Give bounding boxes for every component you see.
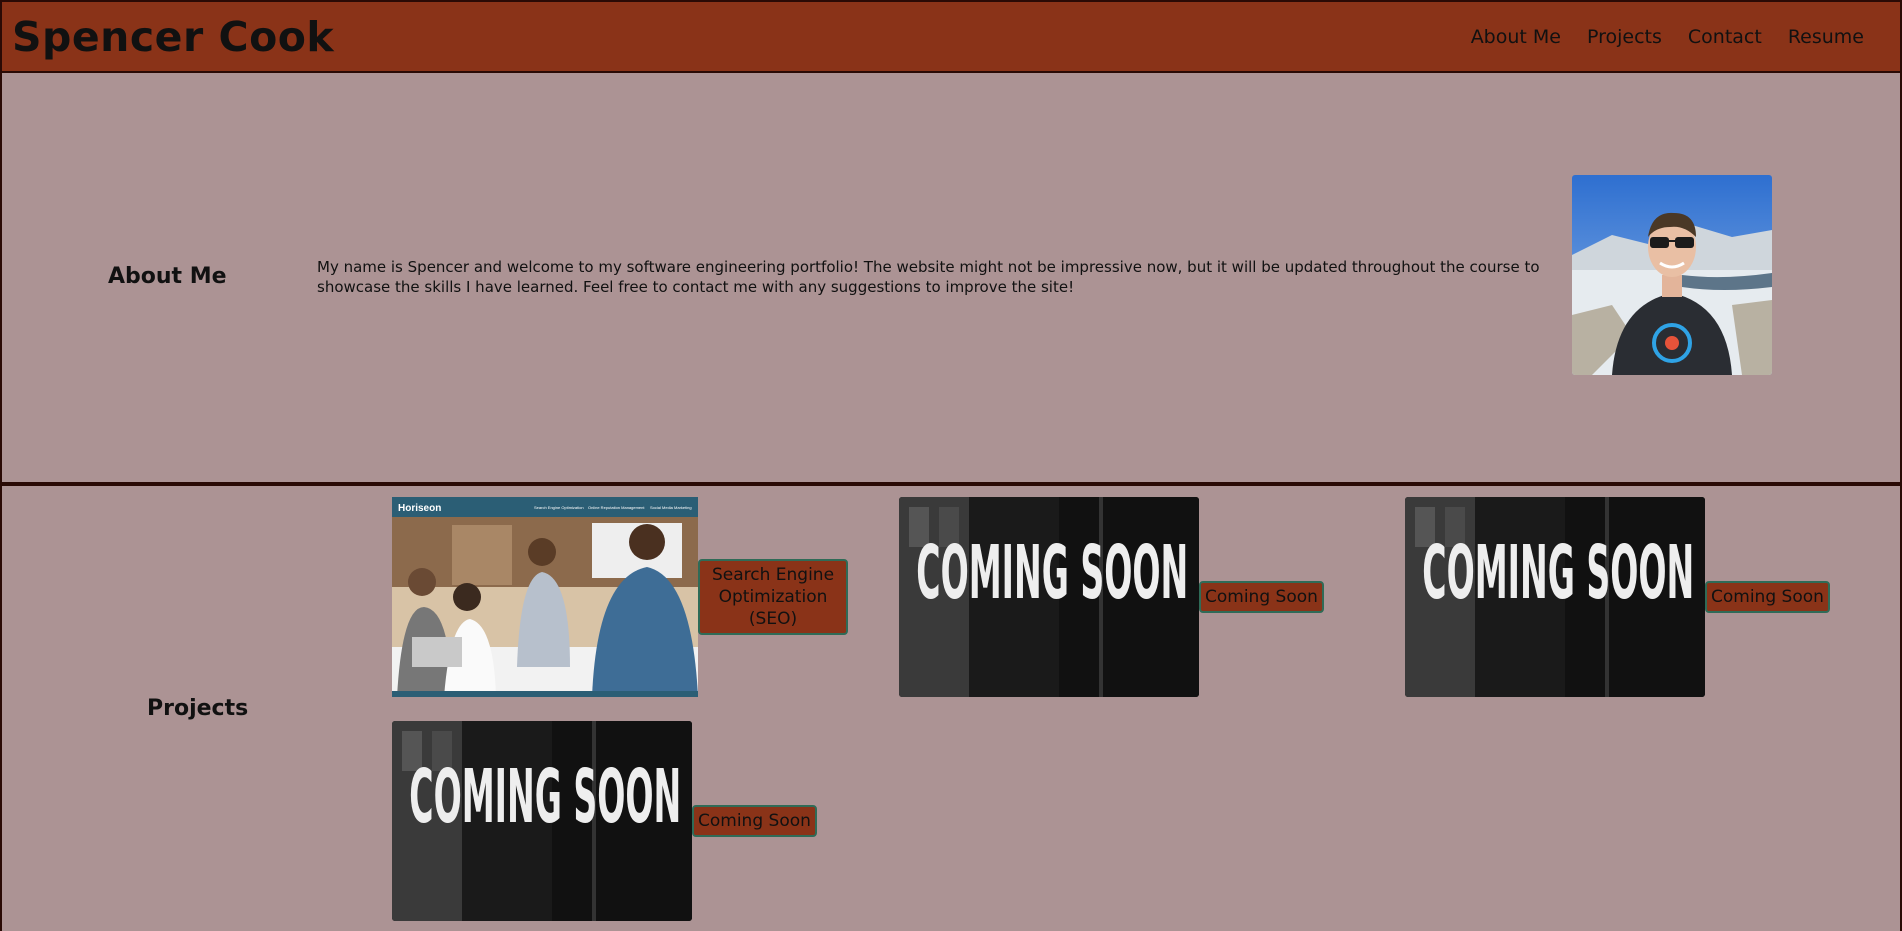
coming-soon-text: COMING SOON <box>409 755 681 840</box>
thumb-link-2: Online Reputation Management <box>588 505 645 510</box>
project-label-3[interactable]: Coming Soon <box>1705 581 1830 613</box>
coming-soon-text: COMING SOON <box>916 531 1188 616</box>
project-thumbnail-3[interactable]: COMING SOON <box>1405 497 1705 697</box>
project-card-2: COMING SOON Coming Soon <box>899 497 1324 697</box>
site-title: Spencer Cook <box>12 12 335 61</box>
projects-section: Projects Horiseon Search Engine Optimiza… <box>0 484 1902 931</box>
about-heading: About Me <box>108 264 227 289</box>
project-thumbnail-4[interactable]: COMING SOON <box>392 721 692 921</box>
project-thumbnail-seo[interactable]: Horiseon Search Engine Optimization Onli… <box>392 497 698 697</box>
profile-photo <box>1572 175 1772 375</box>
projects-heading: Projects <box>147 696 249 721</box>
thumb-brand: Horiseon <box>398 503 441 514</box>
project-card-4: COMING SOON Coming Soon <box>392 721 817 921</box>
thumb-link-1: Search Engine Optimization <box>534 505 584 510</box>
about-text: My name is Spencer and welcome to my sof… <box>317 258 1540 296</box>
nav-contact[interactable]: Contact <box>1688 26 1762 48</box>
project-label-2[interactable]: Coming Soon <box>1199 581 1324 613</box>
project-thumbnail-2[interactable]: COMING SOON <box>899 497 1199 697</box>
coming-soon-text: COMING SOON <box>1422 531 1694 616</box>
site-header: Spencer Cook About Me Projects Contact R… <box>0 0 1902 73</box>
nav-about-me[interactable]: About Me <box>1471 26 1561 48</box>
project-card-seo: Horiseon Search Engine Optimization Onli… <box>392 497 848 697</box>
thumb-link-3: Social Media Marketing <box>650 505 692 510</box>
main-nav: About Me Projects Contact Resume <box>1445 26 1864 48</box>
nav-projects[interactable]: Projects <box>1587 26 1662 48</box>
project-card-3: COMING SOON Coming Soon <box>1405 497 1830 697</box>
nav-resume[interactable]: Resume <box>1788 26 1864 48</box>
project-label-seo[interactable]: Search Engine Optimization (SEO) <box>698 559 848 635</box>
project-label-4[interactable]: Coming Soon <box>692 805 817 837</box>
about-section: About Me My name is Spencer and welcome … <box>0 73 1902 484</box>
